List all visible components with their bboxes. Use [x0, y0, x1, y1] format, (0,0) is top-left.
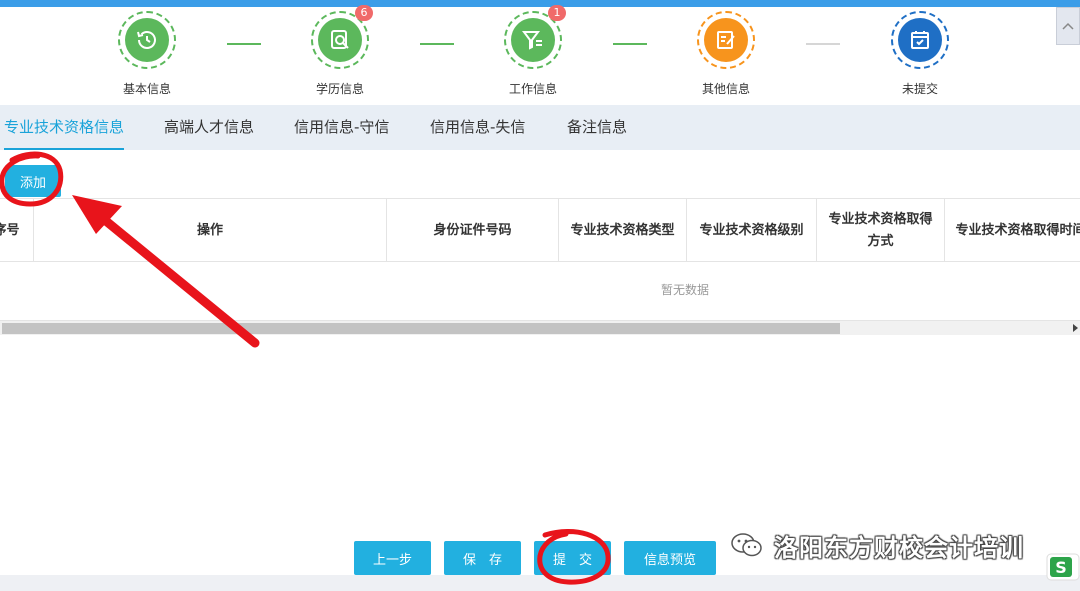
horizontal-scrollbar[interactable]	[0, 320, 1080, 335]
qualification-table: 序号 操作 身份证件号码 专业技术资格类型 专业技术资格级别 专业技术资格取得方…	[0, 198, 1080, 297]
save-button[interactable]: 保 存	[444, 541, 521, 575]
column-header-qualification-level: 专业技术资格级别	[687, 199, 817, 262]
svg-text:S: S	[1055, 558, 1067, 577]
watermark: 洛阳东方财校会计培训	[730, 527, 1024, 563]
step-progress: 基本信息 6 学历信息 1 工作信息 其他信息 未提交	[0, 5, 1080, 103]
watermark-text: 洛阳东方财校会计培训	[774, 533, 1024, 562]
footer-strip	[0, 575, 1080, 591]
step-label: 未提交	[901, 82, 938, 96]
tab-high-end-talent[interactable]: 高端人才信息	[164, 105, 254, 150]
scroll-up-button[interactable]	[1056, 7, 1080, 45]
column-header-acquisition-method: 专业技术资格取得方式	[817, 199, 945, 262]
step-label: 其他信息	[701, 82, 750, 96]
chevron-up-icon	[1062, 22, 1074, 30]
step-connector	[613, 43, 647, 45]
tab-professional-qualification[interactable]: 专业技术资格信息	[4, 105, 125, 150]
step-label: 学历信息	[315, 82, 364, 96]
step-connector	[806, 43, 840, 45]
step-not-submitted[interactable]: 未提交	[870, 11, 970, 97]
step-education-info[interactable]: 6 学历信息	[290, 5, 390, 97]
column-header-qualification-type: 专业技术资格类型	[559, 199, 687, 262]
prev-step-button[interactable]: 上一步	[354, 541, 431, 575]
wechat-icon	[731, 533, 762, 557]
step-label: 工作信息	[508, 82, 557, 96]
table-header: 序号 操作 身份证件号码 专业技术资格类型 专业技术资格级别 专业技术资格取得方…	[0, 198, 1080, 262]
preview-button[interactable]: 信息预览	[624, 541, 716, 575]
scroll-right-icon[interactable]	[1073, 324, 1078, 332]
step-badge: 6	[355, 5, 373, 21]
column-header-acquisition-time: 专业技术资格取得时间	[945, 199, 1080, 262]
scrollbar-thumb[interactable]	[2, 323, 840, 334]
tab-remarks[interactable]: 备注信息	[567, 105, 627, 150]
step-connector	[227, 43, 261, 45]
step-basic-info[interactable]: 基本信息	[97, 11, 197, 97]
step-other-info[interactable]: 其他信息	[676, 11, 776, 97]
top-accent-bar	[0, 0, 1080, 7]
step-label: 基本信息	[122, 82, 171, 96]
tab-bar: 专业技术资格信息 高端人才信息 信用信息-守信 信用信息-失信 备注信息	[0, 105, 1080, 150]
tab-credit-trustworthy[interactable]: 信用信息-守信	[294, 105, 389, 150]
sogou-logo-icon: S	[1046, 553, 1080, 581]
submit-button[interactable]: 提 交	[534, 541, 611, 575]
column-header-actions: 操作	[34, 199, 387, 262]
column-header-id-number: 身份证件号码	[387, 199, 559, 262]
tab-credit-untrustworthy[interactable]: 信用信息-失信	[430, 105, 525, 150]
column-header-index: 序号	[0, 199, 34, 262]
empty-state-text: 暂无数据	[660, 283, 709, 297]
add-button[interactable]: 添加	[5, 165, 61, 197]
step-badge: 1	[548, 5, 566, 21]
step-work-info[interactable]: 1 工作信息	[483, 5, 583, 97]
step-connector	[420, 43, 454, 45]
